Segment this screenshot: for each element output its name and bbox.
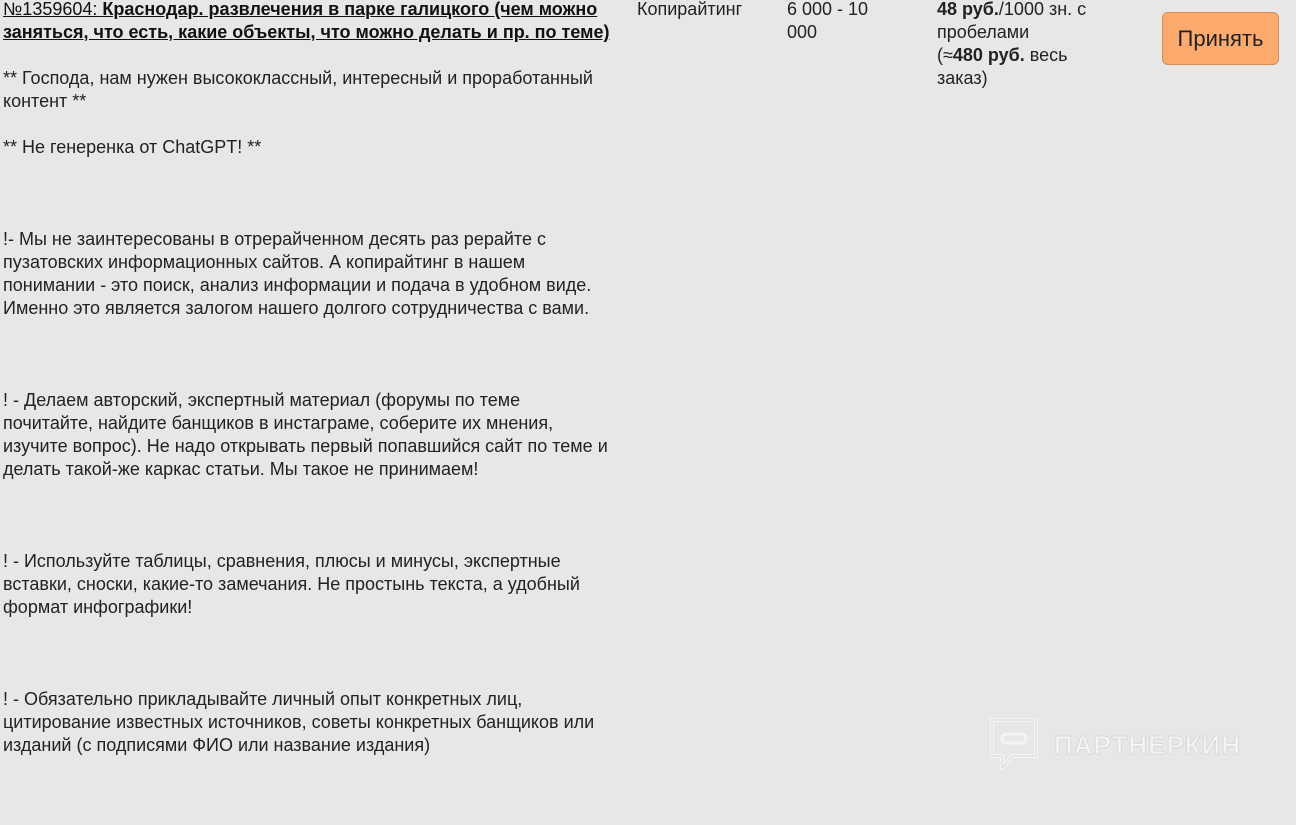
order-category: Копирайтинг: [637, 0, 743, 19]
description-paragraph: ! - Обязательно прикладывайте личный опы…: [3, 689, 595, 755]
order-title-link[interactable]: №1359604: Краснодар. развлечения в парке…: [3, 0, 609, 42]
description-paragraph: ! - Делаем авторский, экспертный материа…: [3, 390, 608, 479]
order-number: №1359604:: [3, 0, 98, 19]
price-rate: 48 руб.: [937, 0, 999, 19]
order-description: ** Господа, нам нужен высококлассный, ин…: [3, 67, 615, 757]
price-total-prefix: (≈: [937, 45, 953, 65]
description-paragraph: !- Мы не заинтересованы в отрерайченном …: [3, 229, 592, 318]
description-paragraph: ** Не генеренка от ChatGPT! **: [3, 137, 262, 157]
watermark: ПАРТНЕРКИН: [988, 716, 1241, 774]
accept-button[interactable]: Принять: [1162, 12, 1279, 65]
order-description-column: №1359604: Краснодар. развлечения в парке…: [3, 0, 615, 757]
order-price: 48 руб./1000 зн. с пробелами (≈480 руб. …: [937, 0, 1107, 90]
description-paragraph: ** Господа, нам нужен высококлассный, ин…: [3, 68, 593, 111]
price-total: 480 руб.: [952, 45, 1025, 65]
description-paragraph: ! - Используйте таблицы, сравнения, плюс…: [3, 551, 580, 617]
order-row: №1359604: Краснодар. развлечения в парке…: [0, 0, 1296, 825]
watermark-text: ПАРТНЕРКИН: [1053, 729, 1242, 760]
chat-bubble-logo-icon: [988, 716, 1040, 774]
order-volume: 6 000 - 10 000: [787, 0, 869, 42]
